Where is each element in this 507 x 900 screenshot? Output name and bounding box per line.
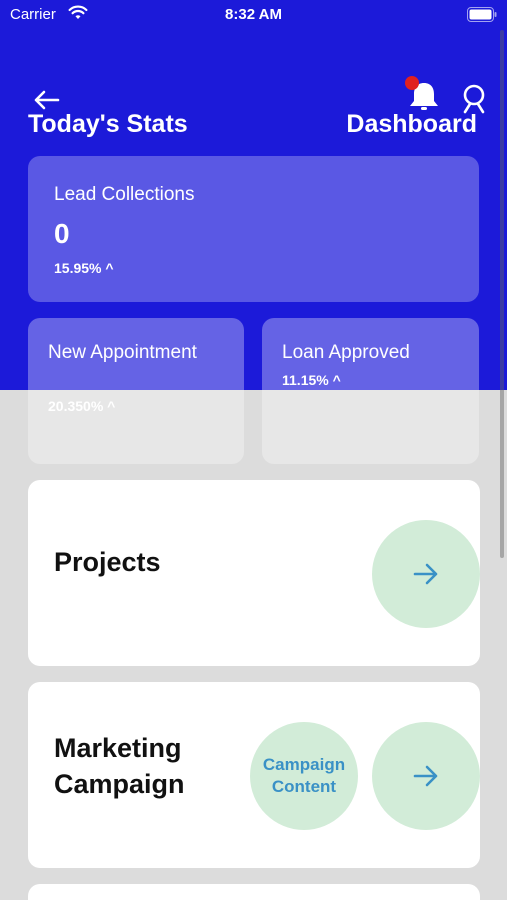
- back-arrow-icon[interactable]: [32, 90, 60, 110]
- marketing-campaign-card[interactable]: Marketing Campaign Campaign Content: [28, 682, 480, 868]
- arrow-right-icon: [413, 765, 438, 787]
- new-appointment-card[interactable]: New Appointment 20.350% ^: [28, 318, 244, 464]
- screen: Carrier 8:32 AM Today's Stats Dashboard …: [0, 0, 507, 900]
- stat-value: 0: [54, 218, 70, 249]
- battery-icon: [467, 7, 497, 22]
- notifications-button[interactable]: [405, 76, 439, 112]
- stat-percent: 11.15% ^: [282, 372, 341, 388]
- campaign-content-button[interactable]: Campaign Content: [250, 722, 358, 830]
- stat-percent: 20.350% ^: [48, 398, 116, 414]
- card-title: Projects: [54, 547, 161, 577]
- arrow-right-icon: [413, 563, 438, 585]
- page-title: Today's Stats: [28, 110, 188, 138]
- campaign-content-label: Campaign Content: [262, 755, 346, 796]
- status-bar: Carrier 8:32 AM: [0, 0, 507, 30]
- stat-label: New Appointment: [48, 342, 197, 363]
- projects-arrow-button[interactable]: [372, 520, 480, 628]
- scrollbar[interactable]: [500, 30, 504, 558]
- next-card[interactable]: [28, 884, 480, 900]
- notification-badge: [405, 76, 419, 90]
- lead-collections-card[interactable]: Lead Collections 0 15.95% ^: [28, 156, 479, 302]
- loan-approved-card[interactable]: Loan Approved 11.15% ^: [262, 318, 479, 464]
- stat-label: Loan Approved: [282, 342, 410, 363]
- stat-percent: 15.95% ^: [54, 260, 114, 276]
- dashboard-title: Dashboard: [346, 110, 477, 138]
- status-time: 8:32 AM: [225, 6, 282, 23]
- card-title: Marketing Campaign: [54, 733, 185, 799]
- stat-label: Lead Collections: [54, 184, 195, 205]
- marketing-arrow-button[interactable]: [372, 722, 480, 830]
- projects-card[interactable]: Projects: [28, 480, 480, 666]
